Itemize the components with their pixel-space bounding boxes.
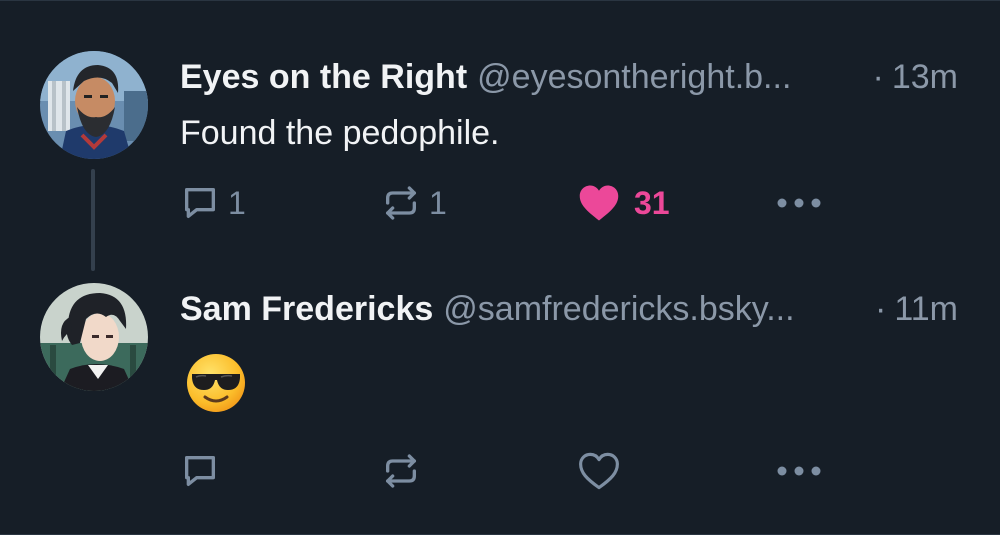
like-button[interactable]: 31 xyxy=(578,178,670,228)
like-button[interactable] xyxy=(578,446,620,496)
post-header: Eyes on the Right @eyesontheright.b... ·… xyxy=(180,53,958,101)
cartoon-bearded-man-avatar-icon xyxy=(40,51,148,159)
avatar[interactable] xyxy=(40,51,148,159)
reply-bubble-icon xyxy=(185,456,215,486)
avatar[interactable] xyxy=(40,283,148,391)
reply-count: 1 xyxy=(228,184,246,221)
author-display-name[interactable]: Sam Fredericks xyxy=(180,285,433,333)
heart-icon xyxy=(579,185,619,221)
post-sam-fredericks[interactable]: Sam Fredericks @samfredericks.bsky... · … xyxy=(0,271,1000,535)
post-text: Found the pedophile. xyxy=(180,114,500,152)
anime-dark-haired-man-avatar-icon xyxy=(40,283,148,391)
separator-dot: · xyxy=(875,290,887,328)
post-timestamp[interactable]: 11m xyxy=(894,285,958,333)
author-handle[interactable]: @samfredericks.bsky... xyxy=(443,285,849,333)
more-options-button[interactable] xyxy=(776,446,822,496)
like-count: 31 xyxy=(634,184,670,221)
more-dots-icon xyxy=(777,466,821,476)
more-dots-icon xyxy=(777,198,821,208)
post-timestamp[interactable]: 13m xyxy=(892,53,958,101)
heart-icon xyxy=(579,452,619,490)
reply-button[interactable]: 1 xyxy=(180,178,246,228)
separator-dot: · xyxy=(872,58,884,96)
reply-button[interactable] xyxy=(180,446,220,496)
repost-arrows-icon xyxy=(386,186,416,220)
author-handle[interactable]: @eyesontheright.b... xyxy=(477,53,846,101)
post-header: Sam Fredericks @samfredericks.bsky... · … xyxy=(180,285,958,333)
more-options-button[interactable] xyxy=(776,178,822,228)
repost-count: 1 xyxy=(429,184,447,221)
post-actions: 1 1 31 xyxy=(0,178,1000,228)
smiling-face-with-sunglasses-emoji-icon xyxy=(186,353,246,413)
post-eyes-on-the-right[interactable]: Eyes on the Right @eyesontheright.b... ·… xyxy=(0,1,1000,271)
repost-button[interactable]: 1 xyxy=(381,178,447,228)
author-display-name[interactable]: Eyes on the Right xyxy=(180,53,467,101)
repost-button[interactable] xyxy=(381,446,421,496)
reply-bubble-icon xyxy=(185,188,215,218)
post-thread: Eyes on the Right @eyesontheright.b... ·… xyxy=(0,0,1000,535)
post-actions xyxy=(0,446,1000,496)
repost-arrows-icon xyxy=(386,454,416,488)
